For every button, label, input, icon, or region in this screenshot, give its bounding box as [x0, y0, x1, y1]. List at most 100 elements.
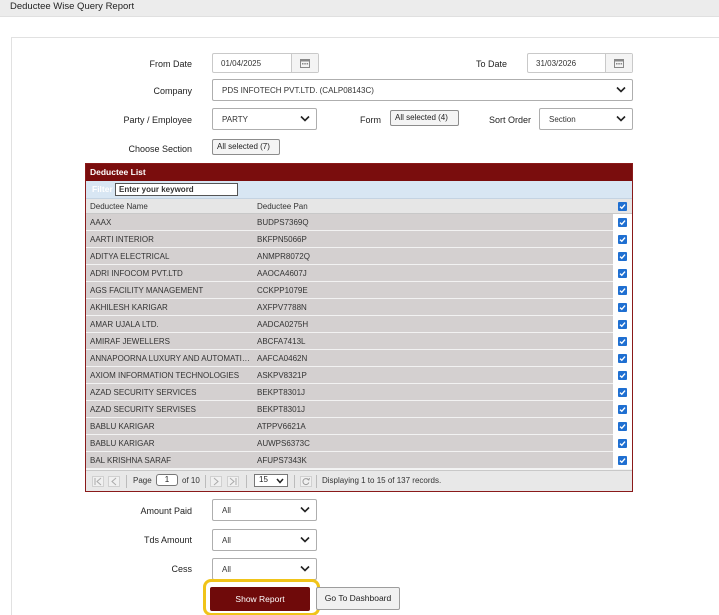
table-row[interactable]: ADITYA ELECTRICAL ANMPR8072Q — [86, 248, 632, 265]
deductee-pan-cell: AUWPS6373C — [257, 439, 310, 448]
next-page-button[interactable] — [210, 476, 222, 487]
chevron-down-icon — [276, 478, 284, 484]
cess-value: All — [222, 565, 231, 574]
deductee-name-cell: AKHILESH KARIGAR — [90, 303, 168, 312]
prev-page-button[interactable] — [108, 476, 120, 487]
deductee-pan-cell: AFUPS7343K — [257, 456, 307, 465]
page-title: Deductee Wise Query Report — [10, 1, 135, 12]
sort-order-label: Sort Order — [488, 115, 531, 125]
table-row[interactable]: AGS FACILITY MANAGEMENT CCKPP1079E — [86, 282, 632, 299]
to-date-field[interactable]: 31/03/2026 — [527, 53, 633, 73]
pager-separator — [246, 475, 247, 488]
table-row[interactable]: BAL KRISHNA SARAF AFUPS7343K — [86, 452, 632, 469]
cess-label: Cess — [171, 564, 192, 574]
row-checkbox-cell — [613, 367, 632, 384]
table-row[interactable]: AMAR UJALA LTD. AADCA0275H — [86, 316, 632, 333]
first-page-button[interactable] — [92, 476, 104, 487]
section-multiselect[interactable]: All selected (7) — [212, 139, 280, 155]
table-row[interactable]: BABLU KARIGAR ATPPV6621A — [86, 418, 632, 435]
row-checkbox[interactable] — [618, 439, 627, 448]
table-row[interactable]: AZAD SECURITY SERVISES BEKPT8301J — [86, 401, 632, 418]
table-row[interactable]: ANNAPOORNA LUXURY AND AUTOMATION AAFCA046… — [86, 350, 632, 367]
company-label: Company — [153, 86, 192, 96]
table-row[interactable]: AXIOM INFORMATION TECHNOLOGIES ASKPV8321P — [86, 367, 632, 384]
deductee-name-cell: AXIOM INFORMATION TECHNOLOGIES — [90, 371, 240, 380]
row-checkbox[interactable] — [618, 320, 627, 329]
deductee-pan-cell: BEKPT8301J — [257, 405, 306, 414]
table-row[interactable]: AKHILESH KARIGAR AXFPV7788N — [86, 299, 632, 316]
to-date-picker-button[interactable] — [605, 54, 632, 72]
grid-pager: Page 1 of 10 15 Displaying 1 to 15 of 13… — [86, 470, 632, 491]
row-checkbox-cell — [613, 384, 632, 401]
row-checkbox[interactable] — [618, 371, 627, 380]
checkbox-checked-icon — [619, 373, 626, 379]
deductee-name-cell: BAL KRISHNA SARAF — [90, 456, 172, 465]
from-date-field[interactable]: 01/04/2025 — [212, 53, 319, 73]
page-size-select[interactable]: 15 — [254, 474, 288, 487]
row-checkbox[interactable] — [618, 269, 627, 278]
row-checkbox[interactable] — [618, 337, 627, 346]
row-checkbox-cell — [613, 231, 632, 248]
checkbox-checked-icon — [619, 390, 626, 396]
table-row[interactable]: AZAD SECURITY SERVICES BEKPT8301J — [86, 384, 632, 401]
column-deductee-name[interactable]: Deductee Name — [90, 202, 148, 211]
choose-section-label: Choose Section — [128, 144, 192, 154]
chevron-down-icon — [300, 115, 310, 122]
tds-amount-value: All — [222, 536, 231, 545]
deductee-pan-cell: AAFCA0462N — [257, 354, 308, 363]
row-checkbox[interactable] — [618, 405, 627, 414]
table-row[interactable]: BABLU KARIGAR AUWPS6373C — [86, 435, 632, 452]
deductee-name-cell: ADITYA ELECTRICAL — [90, 252, 170, 261]
sort-order-select[interactable]: Section — [539, 108, 633, 130]
deductee-pan-cell: BKFPN5066P — [257, 235, 307, 244]
checkbox-checked-icon — [619, 237, 626, 243]
checkbox-checked-icon — [619, 441, 626, 447]
calendar-icon — [614, 59, 624, 68]
amount-paid-select[interactable]: All — [212, 499, 317, 521]
column-deductee-pan[interactable]: Deductee Pan — [257, 202, 308, 211]
last-page-button[interactable] — [227, 476, 239, 487]
row-checkbox[interactable] — [618, 286, 627, 295]
table-row[interactable]: ADRI INFOCOM PVT.LTD AAOCA4607J — [86, 265, 632, 282]
row-checkbox[interactable] — [618, 422, 627, 431]
row-checkbox[interactable] — [618, 303, 627, 312]
tds-amount-select[interactable]: All — [212, 529, 317, 551]
table-row[interactable]: AMIRAF JEWELLERS ABCFA7413L — [86, 333, 632, 350]
from-date-picker-button[interactable] — [291, 54, 318, 72]
deductee-pan-cell: ANMPR8072Q — [257, 252, 310, 261]
deductee-name-cell: BABLU KARIGAR — [90, 422, 155, 431]
refresh-button[interactable] — [300, 476, 312, 487]
filter-input[interactable]: Enter your keyword — [115, 183, 238, 196]
party-employee-label: Party / Employee — [123, 115, 192, 125]
pager-separator — [294, 475, 295, 488]
deductee-pan-cell: AADCA0275H — [257, 320, 309, 329]
row-checkbox[interactable] — [618, 354, 627, 363]
row-checkbox[interactable] — [618, 252, 627, 261]
chevron-down-icon — [616, 86, 626, 93]
table-row[interactable]: AAAX BUDPS7369Q — [86, 214, 632, 231]
refresh-icon — [302, 477, 310, 486]
pager-separator — [205, 475, 206, 488]
party-employee-value: PARTY — [222, 115, 248, 124]
amount-paid-label: Amount Paid — [140, 506, 192, 516]
row-checkbox[interactable] — [618, 218, 627, 227]
show-report-button[interactable]: Show Report — [210, 587, 310, 611]
pager-status: Displaying 1 to 15 of 137 records. — [322, 476, 442, 485]
row-checkbox[interactable] — [618, 388, 627, 397]
form-multiselect[interactable]: All selected (4) — [390, 110, 459, 126]
party-employee-select[interactable]: PARTY — [212, 108, 317, 130]
row-checkbox[interactable] — [618, 235, 627, 244]
cess-select[interactable]: All — [212, 558, 317, 580]
checkbox-checked-icon — [619, 322, 626, 328]
select-all-checkbox[interactable] — [618, 202, 627, 211]
page-number-input[interactable]: 1 — [156, 474, 178, 486]
table-row[interactable]: AARTI INTERIOR BKFPN5066P — [86, 231, 632, 248]
grid-filter-bar: Filter Enter your keyword — [86, 181, 632, 199]
company-select[interactable]: PDS INFOTECH PVT.LTD. (CALP08143C) — [212, 79, 633, 101]
checkbox-checked-icon — [619, 271, 626, 277]
row-checkbox[interactable] — [618, 456, 627, 465]
checkbox-checked-icon — [619, 356, 626, 362]
go-to-dashboard-button[interactable]: Go To Dashboard — [316, 587, 400, 610]
deductee-name-cell: AZAD SECURITY SERVISES — [90, 405, 196, 414]
deductee-pan-cell: ABCFA7413L — [257, 337, 306, 346]
